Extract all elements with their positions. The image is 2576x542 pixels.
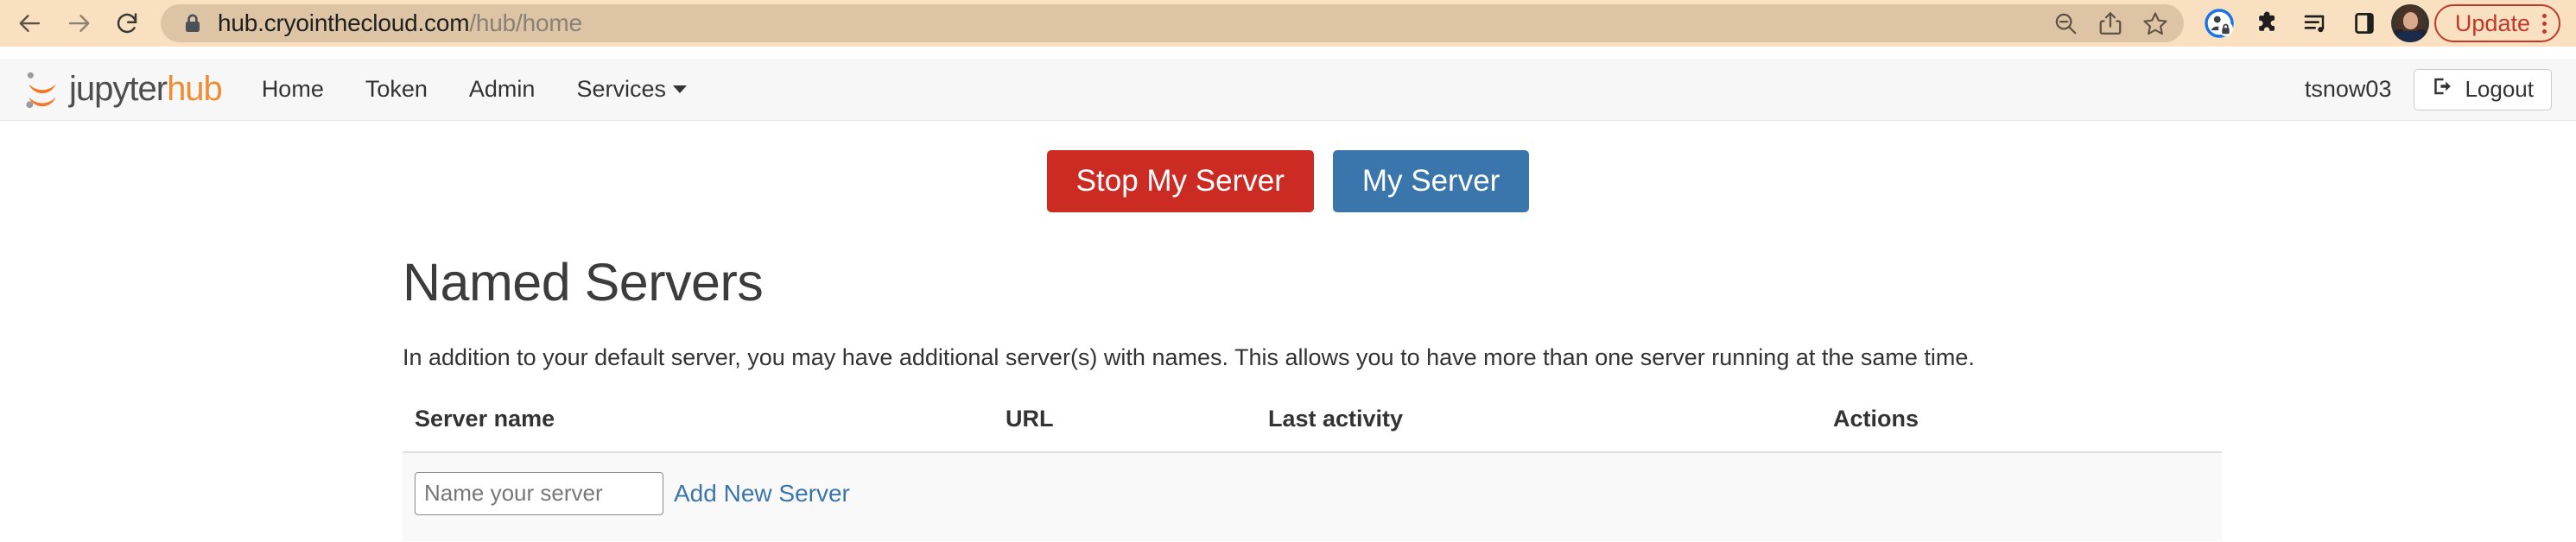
add-new-server-link[interactable]: Add New Server (674, 480, 850, 507)
bookmark-button[interactable] (2134, 2, 2177, 45)
url-text: hub.cryointhecloud.com/hub/home (218, 9, 582, 37)
star-icon (2142, 10, 2168, 36)
share-icon (2097, 10, 2123, 36)
side-panel-button[interactable] (2343, 2, 2386, 45)
named-servers-panel: Named Servers In addition to your defaul… (403, 252, 2173, 541)
stop-my-server-button[interactable]: Stop My Server (1047, 150, 1314, 212)
reading-list-button[interactable] (2294, 2, 2338, 45)
zoom-out-button[interactable] (2044, 2, 2087, 45)
wordmark-hub: hub (167, 70, 222, 108)
my-server-button[interactable]: My Server (1333, 150, 1529, 212)
update-button-label: Update (2455, 10, 2530, 37)
reload-button[interactable] (105, 2, 149, 45)
reload-icon (114, 10, 140, 36)
page-content: Stop My Server My Server Named Servers I… (0, 121, 2576, 541)
server-name-input[interactable] (415, 472, 663, 515)
page-title: Named Servers (403, 252, 2173, 312)
zoom-out-icon (2053, 10, 2078, 36)
lock-icon (181, 12, 204, 35)
profile-lock-icon (2204, 8, 2235, 39)
reading-list-icon (2302, 9, 2330, 37)
nav-item-token-label: Token (365, 76, 428, 103)
table-body: Add New Server (403, 452, 2222, 541)
jupyterhub-nav-right: tsnow03 Logout (2305, 69, 2552, 110)
username-label: tsnow03 (2305, 76, 2392, 103)
column-header-server-name: Server name (403, 406, 993, 452)
named-servers-table: Server name URL Last activity Actions Ad… (403, 406, 2222, 541)
url-path: /hub/home (469, 9, 582, 36)
logout-button-label: Logout (2465, 76, 2534, 103)
jupyterhub-navbar: jupyterhub Home Token Admin Services tsn… (0, 59, 2576, 121)
share-button[interactable] (2089, 2, 2132, 45)
puzzle-piece-icon (2254, 9, 2281, 37)
table-header-row: Server name URL Last activity Actions (403, 406, 2222, 452)
avatar[interactable] (2391, 4, 2429, 42)
omnibox-actions (2044, 2, 2177, 45)
jupyterhub-wordmark: jupyterhub (69, 70, 222, 109)
avatar-face (2403, 12, 2418, 29)
column-header-last-activity: Last activity (1256, 406, 1821, 452)
table-head: Server name URL Last activity Actions (403, 406, 2222, 452)
browser-toolbar-actions: Update (2198, 2, 2560, 45)
avatar-torso (2396, 31, 2424, 42)
address-bar[interactable]: hub.cryointhecloud.com/hub/home (161, 4, 2184, 42)
nav-item-admin[interactable]: Admin (448, 76, 556, 103)
nav-item-services-label: Services (576, 76, 666, 103)
back-arrow-icon (17, 10, 43, 36)
back-button[interactable] (9, 2, 52, 45)
new-server-actions-cell (1821, 452, 2222, 541)
profile-lock-button[interactable] (2198, 2, 2241, 45)
new-server-cell: Add New Server (403, 452, 993, 541)
logout-button[interactable]: Logout (2414, 69, 2552, 110)
chevron-down-icon (673, 85, 687, 93)
jupyter-logo-icon (24, 70, 60, 110)
column-header-url: URL (993, 406, 1256, 452)
forward-arrow-icon (66, 10, 92, 36)
nav-item-token[interactable]: Token (345, 76, 448, 103)
url-host: hub.cryointhecloud.com (218, 9, 469, 36)
kebab-menu-icon[interactable] (2542, 14, 2547, 34)
jupyterhub-logo[interactable]: jupyterhub (24, 70, 222, 110)
page-description: In addition to your default server, you … (403, 342, 2173, 375)
nav-item-home-label: Home (262, 76, 324, 103)
new-server-url-cell (993, 452, 1256, 541)
sign-out-icon (2432, 75, 2454, 104)
nav-item-home[interactable]: Home (241, 76, 345, 103)
forward-button[interactable] (57, 2, 100, 45)
new-server-last-activity-cell (1256, 452, 1821, 541)
side-panel-icon (2351, 10, 2377, 36)
nav-item-services[interactable]: Services (555, 76, 707, 103)
extensions-button[interactable] (2246, 2, 2289, 45)
new-server-controls: Add New Server (415, 472, 981, 515)
column-header-actions: Actions (1821, 406, 2222, 452)
update-button[interactable]: Update (2434, 4, 2560, 42)
wordmark-jupyter: jupyter (69, 70, 167, 108)
jupyterhub-nav-links: Home Token Admin Services (241, 76, 707, 103)
browser-nav-buttons (9, 2, 149, 45)
table-row: Add New Server (403, 452, 2222, 541)
browser-toolbar: hub.cryointhecloud.com/hub/home (0, 0, 2576, 47)
nav-item-admin-label: Admin (469, 76, 536, 103)
server-action-buttons: Stop My Server My Server (0, 121, 2576, 212)
